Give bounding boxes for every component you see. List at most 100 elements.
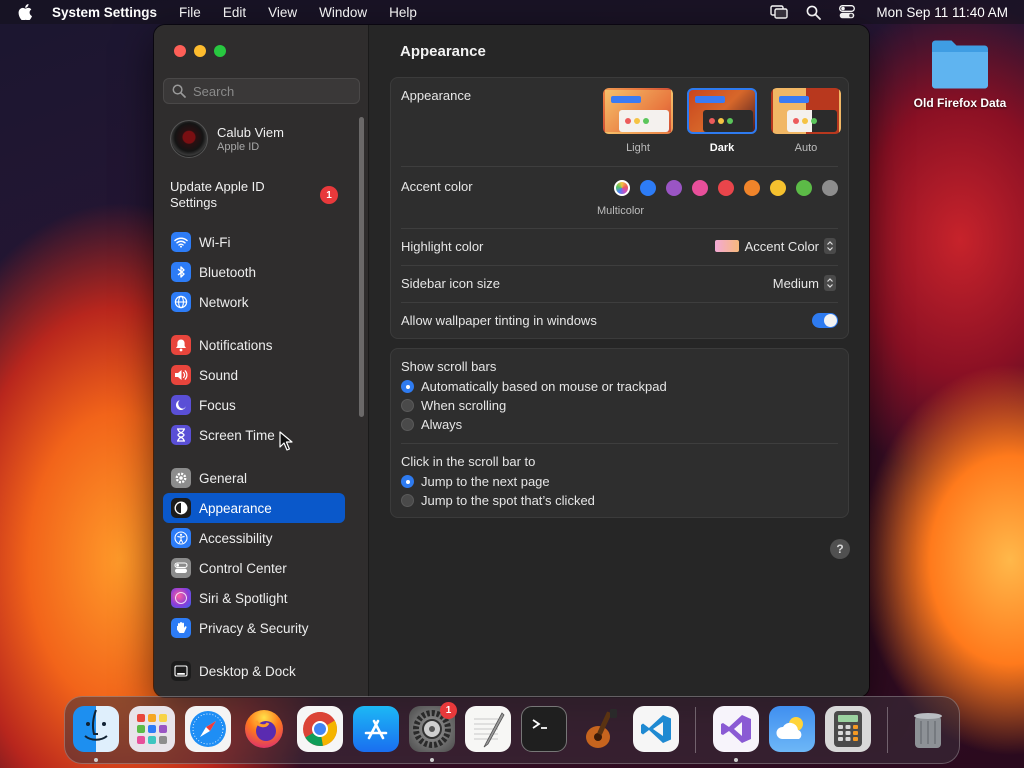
sidebar-item-control-center[interactable]: Control Center: [163, 553, 345, 583]
speaker-icon: [171, 365, 191, 385]
siri-icon: [171, 588, 191, 608]
menu-file[interactable]: File: [179, 5, 201, 20]
control-center-icon[interactable]: [838, 4, 856, 20]
radio-scroll-automatic[interactable]: Automatically based on mouse or trackpad: [401, 379, 667, 394]
radio-jump-next-page[interactable]: Jump to the next page: [401, 474, 550, 489]
avatar: [170, 120, 208, 158]
sidebar-item-privacy-security[interactable]: Privacy & Security: [163, 613, 345, 643]
accent-orange[interactable]: [744, 180, 760, 196]
garageband-icon[interactable]: [577, 706, 623, 752]
sidebar-item-desktop-dock[interactable]: Desktop & Dock: [163, 656, 345, 686]
visual-studio-icon[interactable]: [713, 706, 759, 752]
appearance-options: Light Dark Auto: [603, 88, 841, 154]
running-indicator: [94, 758, 98, 762]
sidebar-item-label: Siri & Spotlight: [199, 590, 288, 606]
menu-view[interactable]: View: [268, 5, 297, 20]
screen-mirroring-icon[interactable]: [770, 4, 789, 20]
running-indicator: [734, 758, 738, 762]
sidebar-icon-size-popup[interactable]: Medium: [773, 275, 836, 291]
accent-multicolor[interactable]: [614, 180, 630, 196]
sidebar-item-wifi[interactable]: Wi-Fi: [163, 227, 345, 257]
launchpad-icon[interactable]: [129, 706, 175, 752]
sidebar-item-general[interactable]: General: [163, 463, 345, 493]
folder-icon: [932, 40, 988, 89]
sidebar-item-bluetooth[interactable]: Bluetooth: [163, 257, 345, 287]
radio-jump-to-spot[interactable]: Jump to the spot that’s clicked: [401, 493, 595, 508]
appearance-option-auto[interactable]: Auto: [771, 88, 841, 154]
accent-green[interactable]: [796, 180, 812, 196]
search-field[interactable]: Search: [163, 78, 360, 104]
appearance-option-label: Dark: [709, 142, 735, 154]
accent-pink[interactable]: [692, 180, 708, 196]
radio-scroll-when-scrolling[interactable]: When scrolling: [401, 398, 506, 413]
finder-icon[interactable]: [73, 706, 119, 752]
sidebar-item-label: Notifications: [199, 337, 273, 353]
accent-yellow[interactable]: [770, 180, 786, 196]
light-preview: [603, 88, 673, 134]
spotlight-search-icon[interactable]: [804, 4, 822, 20]
wallpaper-tinting-label: Allow wallpaper tinting in windows: [401, 313, 597, 328]
show-scroll-bars-label: Show scroll bars: [401, 359, 497, 374]
accent-red[interactable]: [718, 180, 734, 196]
menu-clock[interactable]: Mon Sep 11 11:40 AM: [876, 5, 1008, 20]
chevron-updown-icon: [824, 275, 836, 291]
divider: [401, 265, 838, 266]
help-button[interactable]: ?: [830, 539, 850, 559]
chrome-icon[interactable]: [297, 706, 343, 752]
sidebar-item-siri-spotlight[interactable]: Siri & Spotlight: [163, 583, 345, 613]
apple-id-profile[interactable]: Calub Viem Apple ID: [170, 120, 284, 158]
dock: 1: [64, 696, 960, 764]
sidebar-item-accessibility[interactable]: Accessibility: [163, 523, 345, 553]
radio-label: When scrolling: [421, 398, 507, 413]
radio-button: [401, 494, 414, 507]
sidebar-item-screen-time[interactable]: Screen Time: [163, 420, 345, 450]
apple-icon[interactable]: [18, 4, 34, 20]
page-title: Appearance: [400, 43, 486, 60]
highlight-color-popup[interactable]: Accent Color: [714, 238, 836, 254]
accent-graphite[interactable]: [822, 180, 838, 196]
search-icon: [172, 84, 186, 98]
textedit-icon[interactable]: [465, 706, 511, 752]
radio-label: Always: [421, 417, 463, 432]
menu-edit[interactable]: Edit: [223, 5, 246, 20]
hourglass-icon: [171, 425, 191, 445]
safari-icon[interactable]: [185, 706, 231, 752]
appearance-card: Appearance Light Dark Auto Accent color …: [390, 77, 849, 339]
sidebar-item-label: Control Center: [199, 560, 287, 576]
minimize-button[interactable]: [194, 45, 206, 57]
bell-icon: [171, 335, 191, 355]
app-store-icon[interactable]: [353, 706, 399, 752]
sidebar-item-sound[interactable]: Sound: [163, 360, 345, 390]
accent-purple[interactable]: [666, 180, 682, 196]
weather-icon[interactable]: [769, 706, 815, 752]
vscode-icon[interactable]: [633, 706, 679, 752]
sidebar-item-network[interactable]: Network: [163, 287, 345, 317]
accessibility-icon: [171, 528, 191, 548]
menu-app-name[interactable]: System Settings: [52, 5, 157, 20]
search-placeholder: Search: [193, 83, 235, 99]
sidebar-item-label: Sound: [199, 367, 239, 383]
zoom-button[interactable]: [214, 45, 226, 57]
appearance-option-light[interactable]: Light: [603, 88, 673, 154]
terminal-icon[interactable]: [521, 706, 567, 752]
highlight-swatch: [714, 240, 739, 252]
menu-help[interactable]: Help: [389, 5, 417, 20]
appearance-option-dark[interactable]: Dark: [687, 88, 757, 154]
update-apple-id-settings[interactable]: Update Apple ID Settings 1: [170, 179, 338, 211]
profile-subtitle: Apple ID: [217, 141, 260, 153]
close-button[interactable]: [174, 45, 186, 57]
wallpaper-tinting-toggle[interactable]: [812, 313, 838, 328]
sidebar-item-label: Bluetooth: [199, 264, 257, 280]
firefox-icon[interactable]: [241, 706, 287, 752]
menu-window[interactable]: Window: [319, 5, 367, 20]
calculator-icon[interactable]: [825, 706, 871, 752]
trash-icon[interactable]: [905, 706, 951, 752]
globe-icon: [171, 292, 191, 312]
sidebar-item-focus[interactable]: Focus: [163, 390, 345, 420]
sidebar-scrollbar[interactable]: [359, 117, 364, 417]
sidebar-item-notifications[interactable]: Notifications: [163, 330, 345, 360]
sidebar-item-appearance[interactable]: Appearance: [163, 493, 345, 523]
radio-scroll-always[interactable]: Always: [401, 417, 462, 432]
accent-blue[interactable]: [640, 180, 656, 196]
desktop-folder[interactable]: Old Firefox Data: [905, 38, 1015, 110]
